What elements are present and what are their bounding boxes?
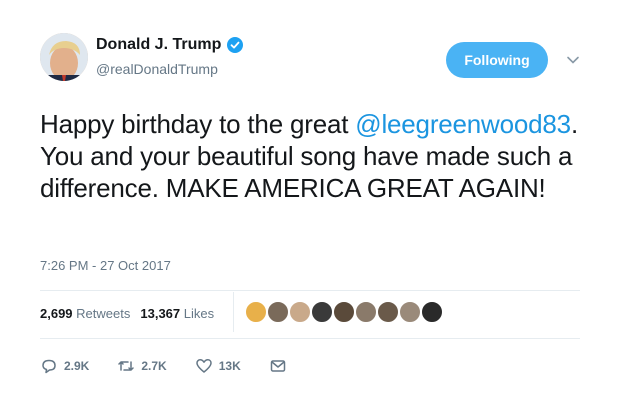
reply-button[interactable]: 2.9K xyxy=(40,357,89,375)
retweets-label: Retweets xyxy=(76,306,131,321)
retweet-icon xyxy=(118,361,135,371)
liker-avatar[interactable] xyxy=(288,300,312,324)
liker-avatar[interactable] xyxy=(354,300,378,324)
avatar[interactable] xyxy=(40,33,88,81)
heart-icon xyxy=(195,359,212,373)
divider-top xyxy=(40,290,580,291)
tweet-actions: 2.9K 2.7K 13K xyxy=(40,357,315,375)
tweet-text-before: Happy birthday to the great xyxy=(40,109,356,139)
retweets-stat[interactable]: 2,699 Retweets xyxy=(40,306,130,321)
tweet-card: Donald J. Trump @realDonaldTrump Followi… xyxy=(0,0,618,412)
following-button[interactable]: Following xyxy=(446,42,548,78)
tweet-stats: 2,699 Retweets 13,367 Likes xyxy=(40,306,214,321)
direct-message-button[interactable] xyxy=(269,357,287,375)
divider-bottom xyxy=(40,338,580,339)
likes-stat[interactable]: 13,367 Likes xyxy=(140,306,214,321)
verified-badge-icon xyxy=(227,37,244,53)
chevron-down-icon[interactable] xyxy=(566,53,580,67)
stats-separator xyxy=(233,292,234,332)
liker-avatar[interactable] xyxy=(266,300,290,324)
display-name[interactable]: Donald J. Trump xyxy=(96,36,221,54)
tweet-text: Happy birthday to the great @leegreenwoo… xyxy=(40,108,580,204)
like-count: 13K xyxy=(218,359,241,373)
liker-avatar[interactable] xyxy=(398,300,422,324)
like-button[interactable]: 13K xyxy=(195,357,241,375)
liker-avatar[interactable] xyxy=(376,300,400,324)
liker-avatars xyxy=(244,300,444,324)
reply-count: 2.9K xyxy=(64,359,90,373)
liker-avatar[interactable] xyxy=(244,300,268,324)
reply-icon xyxy=(42,359,56,374)
name-row: Donald J. Trump xyxy=(96,36,244,54)
user-handle[interactable]: @realDonaldTrump xyxy=(96,61,218,77)
tweet-timestamp[interactable]: 7:26 PM - 27 Oct 2017 xyxy=(40,258,171,273)
retweet-button[interactable]: 2.7K xyxy=(117,357,167,375)
envelope-icon xyxy=(270,360,285,372)
liker-avatar[interactable] xyxy=(310,300,334,324)
retweets-count: 2,699 xyxy=(40,306,73,321)
mention-link[interactable]: @leegreenwood83 xyxy=(355,109,571,139)
avatar-image xyxy=(40,33,88,81)
liker-avatar[interactable] xyxy=(332,300,356,324)
likes-label: Likes xyxy=(183,306,215,321)
retweet-count: 2.7K xyxy=(141,359,167,373)
liker-avatar[interactable] xyxy=(420,300,444,324)
likes-count: 13,367 xyxy=(140,306,181,321)
